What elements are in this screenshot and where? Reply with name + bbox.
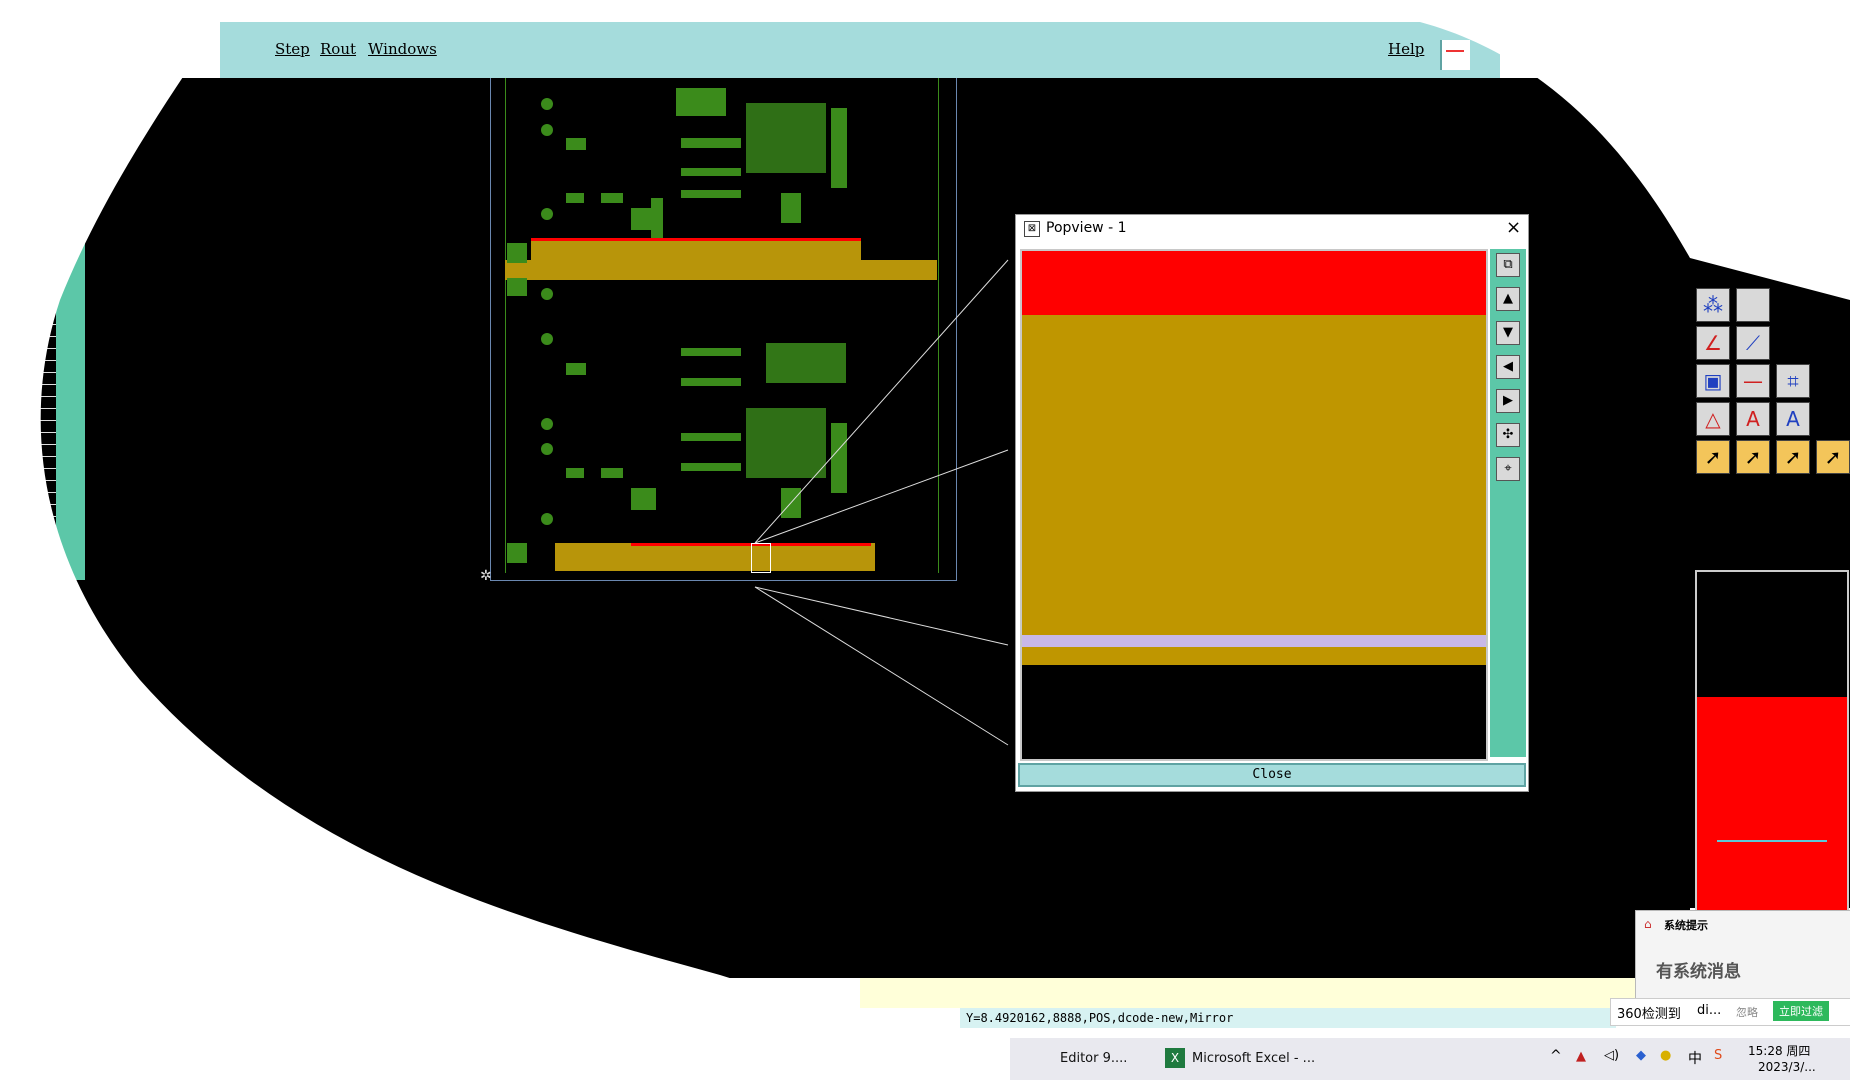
popview-app-icon: ⊠ (1024, 221, 1040, 237)
security-toast: 360检测到 di... 忽略 立即过滤 (1610, 998, 1850, 1026)
ime-indicator[interactable]: 中 (1688, 1048, 1702, 1068)
tray-chevron-icon[interactable]: ^ (1550, 1048, 1562, 1064)
menu-step[interactable]: Step (275, 40, 310, 58)
security-tray-icon[interactable]: ● (1660, 1048, 1671, 1063)
notification-title: 系统提示 (1664, 919, 1708, 932)
text-a2-icon[interactable]: A (1776, 402, 1810, 436)
clock-date[interactable]: 2023/3/... (1758, 1060, 1816, 1074)
measure-icon[interactable]: ⌗ (1776, 364, 1810, 398)
pointer-extra-icon[interactable]: ➚ (1816, 440, 1850, 474)
pan-up-icon[interactable]: ▲ (1496, 287, 1520, 311)
close-icon[interactable]: × (1506, 217, 1521, 238)
system-notification: ⌂ 系统提示 有系统消息 (1635, 910, 1850, 1004)
menu-bar: Step Rout Windows Help (220, 22, 1500, 80)
ignore-link[interactable]: 忽略 (1736, 1004, 1758, 1020)
text-a-icon[interactable]: A (1736, 402, 1770, 436)
prompt-area (860, 978, 1690, 1008)
draw-line-icon[interactable]: ⟋ (1736, 326, 1770, 360)
notification-logo-icon: ⌂ (1644, 917, 1652, 931)
menubar-corner-icon[interactable] (1440, 40, 1470, 70)
preview-outline (1717, 832, 1827, 842)
notification-message[interactable]: 有系统消息 (1656, 957, 1741, 982)
popview-sidebar: ⧉ ▲ ▼ ◀ ▶ ✣ ⌖ (1490, 249, 1526, 757)
left-side-strip (55, 240, 85, 580)
pointer-circle-icon[interactable]: ➚ (1776, 440, 1810, 474)
sogou-icon[interactable]: S (1714, 1048, 1722, 1063)
tray-app-icon[interactable]: ▲ (1576, 1049, 1586, 1064)
task-excel[interactable]: Microsoft Excel - ... (1192, 1044, 1315, 1074)
volume-icon[interactable]: ◁) (1604, 1048, 1619, 1063)
excel-icon: X (1165, 1048, 1185, 1068)
overview-preview[interactable] (1695, 570, 1849, 914)
origin-marker-icon: ✲ (480, 568, 492, 584)
zoom-window-icon[interactable]: ⧉ (1496, 253, 1520, 277)
zoom-fit-icon[interactable]: ✣ (1496, 423, 1520, 447)
zoom-guide-lines (754, 259, 1009, 746)
close-button[interactable]: Close (1018, 763, 1526, 787)
popview-lavender-layer (1022, 635, 1486, 647)
connect-nodes-icon[interactable]: ⁂ (1696, 288, 1730, 322)
bluetooth-icon[interactable]: ◆ (1636, 1048, 1646, 1063)
draw-angle-icon[interactable]: ∠ (1696, 326, 1730, 360)
menu-help[interactable]: Help (1388, 40, 1424, 58)
task-editor[interactable]: Editor 9.... (1060, 1044, 1127, 1074)
clock-time[interactable]: 15:28 周四 (1748, 1042, 1810, 1059)
popview-red-layer (1022, 251, 1486, 315)
preview-red-area (1697, 697, 1847, 912)
pan-left-icon[interactable]: ◀ (1496, 355, 1520, 379)
pointer-icon[interactable]: ➚ (1696, 440, 1730, 474)
popview-viewport[interactable] (1020, 249, 1488, 761)
zoom-home-icon[interactable]: ⌖ (1496, 457, 1520, 481)
tool-blank-icon[interactable] (1736, 288, 1770, 322)
left-ruler (22, 300, 56, 540)
menu-windows[interactable]: Windows (368, 40, 437, 58)
pad-select-icon[interactable]: ▣ (1696, 364, 1730, 398)
pan-down-icon[interactable]: ▼ (1496, 321, 1520, 345)
popview-title: Popview - 1 (1046, 220, 1127, 236)
popview-gold-layer (1022, 315, 1486, 635)
menu-rout[interactable]: Rout (320, 40, 356, 58)
popview-titlebar: ⊠ Popview - 1 × (1016, 215, 1528, 243)
popview-window: ⊠ Popview - 1 × ⧉ ▲ ▼ ◀ ▶ ✣ ⌖ Close (1015, 214, 1529, 792)
pointer-box-icon[interactable]: ➚ (1736, 440, 1770, 474)
popview-gold-layer-lower (1022, 647, 1486, 665)
draw-hline-icon[interactable]: — (1736, 364, 1770, 398)
triangle-icon[interactable]: △ (1696, 402, 1730, 436)
pan-right-icon[interactable]: ▶ (1496, 389, 1520, 413)
toast-text: 360检测到 (1617, 1007, 1681, 1022)
taskbar: Editor 9.... X Microsoft Excel - ... ^ ▲… (1010, 1038, 1850, 1080)
toast-text-2: di... (1697, 1003, 1722, 1018)
coordinate-status: Y=8.4920162,8888,POS,dcode-new,Mirror (960, 1008, 1616, 1028)
filter-button[interactable]: 立即过滤 (1773, 1001, 1829, 1021)
